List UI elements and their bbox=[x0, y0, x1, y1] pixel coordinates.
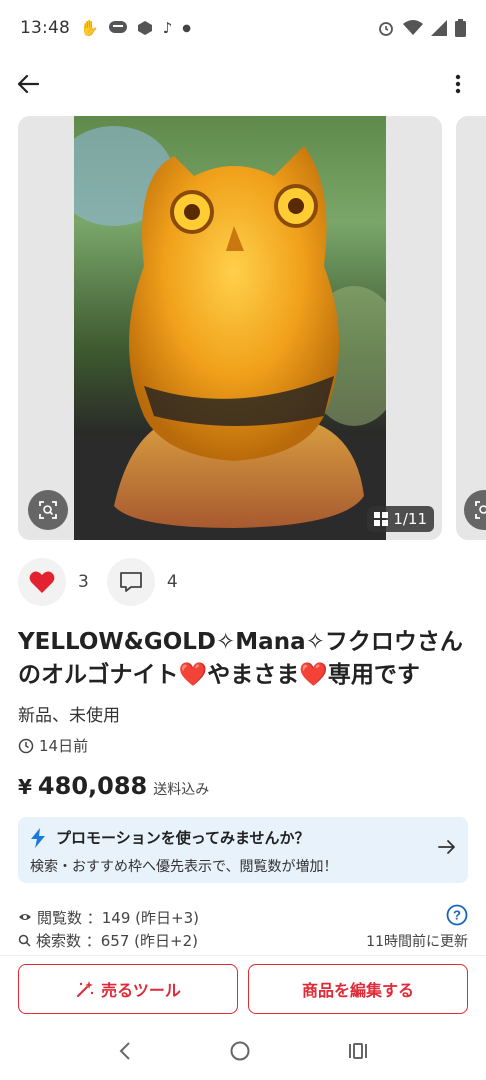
eye-icon bbox=[19, 914, 31, 920]
product-title: YELLOW&GOLD✧Mana✧フクロウさんのオルゴナイト❤️やまさま❤️専用… bbox=[18, 626, 478, 692]
updated-text: 11時間前に更新 bbox=[366, 933, 468, 950]
search-stats: 検索数 ：657 (昨日+2) 11時間前に更新 bbox=[18, 930, 468, 951]
sell-tool-label: 売るツール bbox=[101, 981, 181, 1000]
dot-icon: ● bbox=[182, 22, 191, 34]
more-menu-button[interactable] bbox=[444, 70, 472, 98]
comment-count: 4 bbox=[166, 572, 178, 592]
searches-text: 検索数 ：657 (昨日+2) bbox=[36, 932, 198, 950]
help-icon: ? bbox=[446, 904, 468, 926]
lightning-icon bbox=[31, 827, 45, 848]
hand-icon: ✋ bbox=[80, 19, 99, 37]
chevron-left-icon bbox=[119, 1041, 131, 1060]
app-bar bbox=[0, 56, 486, 112]
owl-figure-image bbox=[74, 126, 386, 540]
promotion-banner[interactable]: プロモーションを使ってみませんか？ 検索・おすすめ枠へ優先表示で、閲覧数が増加！ bbox=[18, 817, 468, 883]
currency-symbol: ¥ bbox=[18, 775, 32, 799]
alarm-icon bbox=[379, 22, 393, 36]
system-icons bbox=[377, 19, 466, 37]
edit-item-label: 商品を編集する bbox=[301, 981, 414, 1000]
promo-arrow-button[interactable] bbox=[438, 839, 456, 859]
system-nav-bar bbox=[0, 1025, 486, 1080]
nav-home-button[interactable] bbox=[229, 1040, 251, 1066]
title-heart-1: ❤️ bbox=[178, 662, 208, 688]
title-part-3: 専用です bbox=[327, 662, 420, 688]
grid-icon bbox=[374, 512, 389, 526]
shipping-note: 送料込み bbox=[153, 782, 210, 798]
battery-icon bbox=[455, 19, 466, 37]
clock-icon bbox=[18, 738, 34, 753]
posted-text: 14日前 bbox=[39, 737, 89, 755]
posted-time: 14日前 bbox=[18, 735, 88, 756]
image-page-counter: 1/11 bbox=[367, 506, 434, 532]
arrow-right-icon bbox=[438, 840, 455, 854]
image-search-button-next[interactable] bbox=[464, 490, 486, 530]
image-search-button[interactable] bbox=[28, 490, 68, 530]
promo-title: プロモーションを使ってみませんか？ bbox=[56, 829, 310, 847]
views-stats: 閲覧数 ：149 (昨日+3) ? bbox=[18, 904, 468, 930]
comment-button[interactable] bbox=[106, 558, 155, 606]
search-icon bbox=[18, 934, 31, 947]
edit-item-button[interactable]: 商品を編集する bbox=[248, 964, 468, 1014]
status-bar: 13:48 ✋ ♪ ● bbox=[0, 0, 486, 56]
tiktok-icon: ♪ bbox=[162, 19, 173, 37]
home-circle-icon bbox=[230, 1041, 250, 1060]
price: ¥ 480,088 送料込み bbox=[18, 772, 209, 800]
image-search-icon bbox=[39, 501, 57, 519]
nav-recents-button[interactable] bbox=[348, 1041, 368, 1065]
status-time: 13:48 bbox=[20, 18, 70, 38]
product-condition: 新品、未使用 bbox=[18, 706, 120, 726]
wifi-icon bbox=[403, 20, 423, 35]
views-text: 閲覧数 ：149 (昨日+3) bbox=[37, 908, 199, 927]
like-count: 3 bbox=[78, 572, 89, 592]
line-icon bbox=[108, 21, 127, 33]
promo-subtitle: 検索・おすすめ枠へ優先表示で、閲覧数が増加！ bbox=[30, 859, 338, 875]
price-amount: 480,088 bbox=[37, 772, 148, 800]
arrow-left-icon bbox=[17, 74, 39, 94]
notification-icons: ✋ ♪ ● bbox=[80, 19, 191, 37]
next-image-slide[interactable] bbox=[456, 116, 486, 540]
title-part-2: やまさま bbox=[207, 662, 300, 688]
svg-text:?: ? bbox=[453, 908, 461, 923]
image-carousel[interactable]: 1/11 bbox=[18, 116, 486, 540]
image-search-icon bbox=[475, 501, 486, 519]
heart-icon bbox=[29, 571, 55, 593]
help-button[interactable]: ? bbox=[446, 904, 468, 930]
signal-icon bbox=[431, 20, 447, 36]
app-icon bbox=[137, 21, 152, 35]
more-vertical-icon bbox=[455, 74, 461, 94]
comment-icon bbox=[119, 572, 142, 592]
recents-icon bbox=[348, 1042, 367, 1059]
product-photo[interactable] bbox=[74, 116, 386, 540]
nav-back-button[interactable] bbox=[118, 1041, 132, 1065]
title-heart-2: ❤️ bbox=[299, 662, 328, 688]
page-counter-text: 1/11 bbox=[393, 510, 427, 528]
back-button[interactable] bbox=[14, 70, 42, 98]
social-actions: 3 4 bbox=[18, 558, 196, 606]
magic-wand-icon bbox=[77, 981, 94, 997]
bottom-action-bar: 売るツール 商品を編集する bbox=[0, 955, 486, 1025]
product-image-slide[interactable]: 1/11 bbox=[18, 116, 442, 540]
sell-tool-button[interactable]: 売るツール bbox=[18, 964, 238, 1014]
like-button[interactable] bbox=[18, 558, 66, 606]
